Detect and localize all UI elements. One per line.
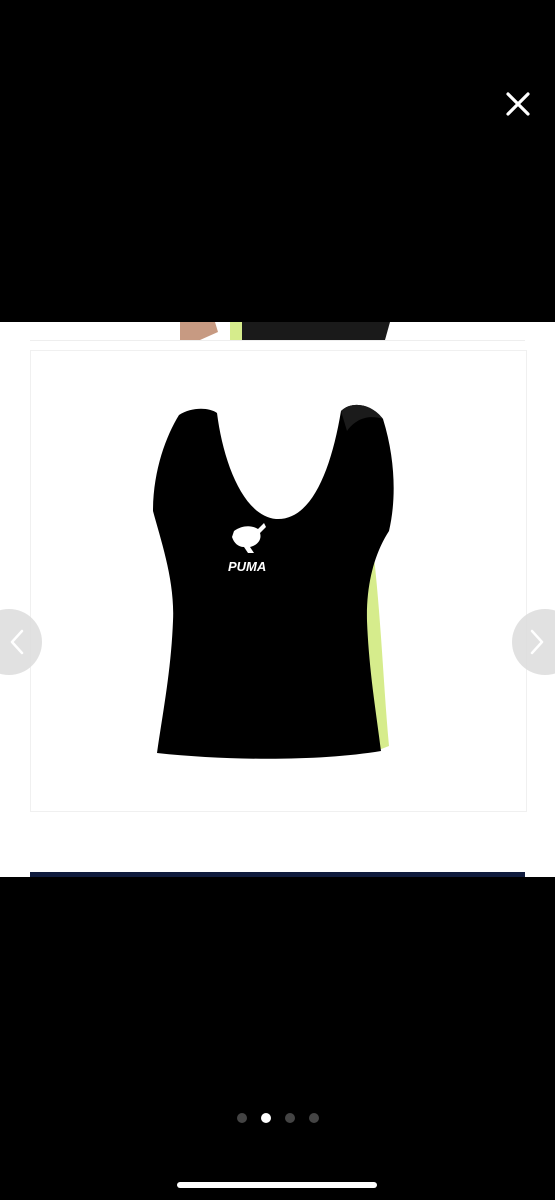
previous-image-peek — [30, 322, 525, 341]
product-image: PUMA — [30, 350, 527, 812]
previous-image-button[interactable] — [0, 609, 42, 675]
page-dot[interactable] — [236, 1113, 247, 1123]
next-image-button[interactable] — [512, 609, 555, 675]
page-dot-active[interactable] — [260, 1113, 271, 1123]
close-icon — [506, 92, 530, 116]
product-image-frame: PUMA — [0, 322, 555, 877]
next-image-peek — [30, 872, 525, 877]
chevron-right-icon — [530, 629, 544, 655]
tank-top-body — [153, 404, 394, 759]
svg-text:PUMA: PUMA — [228, 559, 266, 574]
page-dot[interactable] — [308, 1113, 319, 1123]
page-indicator — [0, 1113, 555, 1125]
close-button[interactable] — [500, 86, 536, 122]
tank-top-illustration: PUMA — [153, 404, 394, 759]
home-indicator[interactable] — [177, 1182, 377, 1188]
chevron-left-icon — [10, 629, 24, 655]
page-dot[interactable] — [284, 1113, 295, 1123]
